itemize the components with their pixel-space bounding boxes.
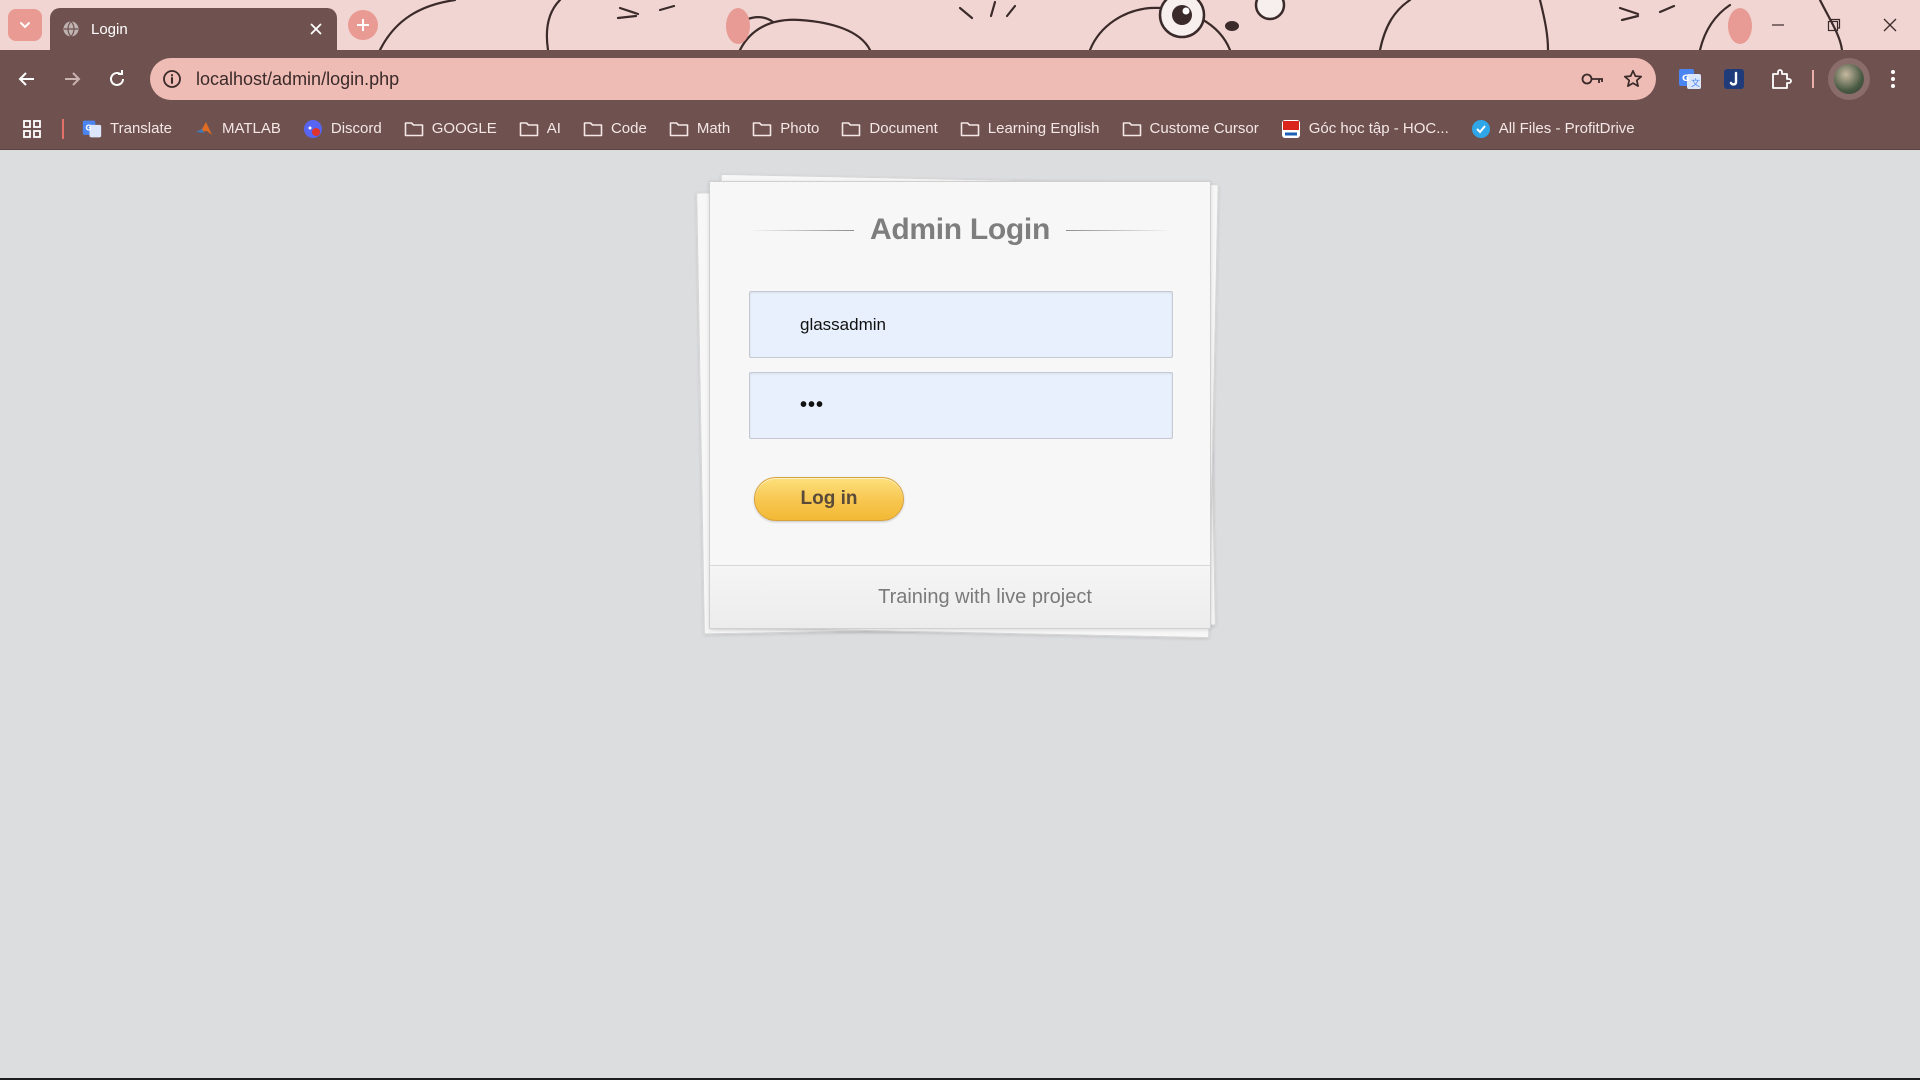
bookmark-folder-google[interactable]: GOOGLE (396, 114, 505, 144)
page-viewport: Admin Login glassadmin ••• Log in Traini… (0, 150, 1920, 1078)
browser-menu-button[interactable] (1875, 61, 1911, 97)
folder-icon (583, 119, 603, 139)
plus-icon (357, 19, 369, 31)
tab-title: Login (91, 20, 128, 38)
extensions-menu-button[interactable] (1763, 61, 1799, 97)
profile-avatar[interactable] (1828, 58, 1870, 100)
bookmark-label: Translate (110, 120, 172, 137)
more-vertical-icon (1891, 70, 1895, 88)
card-footer: Training with live project (710, 565, 1210, 628)
key-icon[interactable] (1576, 62, 1610, 96)
bookmark-label: Learning English (987, 120, 1100, 137)
bookmark-label: Discord (330, 120, 382, 137)
restore-button[interactable] (1806, 0, 1862, 50)
browser-title-bar: Login (0, 0, 1920, 50)
folder-icon (752, 119, 772, 139)
heading-divider-right (1066, 229, 1172, 231)
google-translate-extension-button[interactable]: G文 (1672, 61, 1708, 97)
footer-text: Training with live project (878, 585, 1092, 608)
svg-text:文: 文 (1691, 77, 1700, 89)
folder-icon (841, 119, 861, 139)
google-translate-icon: G (82, 119, 102, 139)
bookmark-label: Document (869, 120, 938, 137)
globe-icon (62, 20, 80, 38)
tab-search-button[interactable] (8, 9, 42, 41)
folder-icon (404, 119, 424, 139)
bookmark-label: Code (610, 120, 647, 137)
bookmark-folder-photo[interactable]: Photo (744, 114, 827, 144)
svg-text:G: G (1682, 74, 1689, 84)
bookmark-label: Custome Cursor (1149, 120, 1259, 137)
bookmark-label: All Files - ProfitDrive (1498, 120, 1635, 137)
bookmark-discord[interactable]: Discord (295, 114, 390, 144)
heading-divider-left (748, 229, 854, 231)
matlab-icon (194, 119, 214, 139)
google-translate-icon: G文 (1679, 69, 1701, 89)
discord-icon (303, 119, 323, 139)
bookmark-folder-ai[interactable]: AI (511, 114, 569, 144)
toolbar-divider (1812, 70, 1814, 88)
login-card: Admin Login glassadmin ••• Log in Traini… (709, 181, 1211, 629)
close-icon (1883, 18, 1897, 32)
folder-icon (1122, 119, 1142, 139)
bookmark-folder-math[interactable]: Math (661, 114, 738, 144)
apps-grid-icon[interactable] (19, 116, 45, 142)
bookmarks-divider (62, 118, 64, 139)
svg-text:G: G (85, 123, 91, 132)
bookmark-label: Góc học tập - HOC... (1308, 120, 1449, 137)
bookmark-label: Photo (780, 120, 820, 137)
extension-button[interactable] (1716, 61, 1752, 97)
bookmark-folder-learning-english[interactable]: Learning English (952, 114, 1108, 144)
minimize-button[interactable] (1750, 0, 1806, 50)
bookmark-label: Math (696, 120, 731, 137)
close-window-button[interactable] (1862, 0, 1918, 50)
folder-icon (960, 119, 980, 139)
close-icon[interactable] (303, 16, 329, 42)
back-button[interactable] (9, 61, 45, 97)
bookmark-folder-document[interactable]: Document (833, 114, 945, 144)
puzzle-icon (1772, 69, 1792, 89)
forward-button[interactable] (54, 61, 90, 97)
extension-j-icon (1724, 69, 1744, 89)
password-field[interactable]: ••• (749, 372, 1173, 439)
chevron-down-icon (20, 22, 30, 29)
bookmark-label: AI (546, 120, 561, 137)
bookmark-profitdrive[interactable]: All Files - ProfitDrive (1463, 114, 1643, 144)
bookmark-folder-custome-cursor[interactable]: Custome Cursor (1114, 114, 1267, 144)
restore-icon (1827, 18, 1841, 32)
reload-button[interactable] (99, 61, 135, 97)
username-field[interactable]: glassadmin (749, 291, 1173, 358)
browser-toolbar: localhost/admin/login.php G文 (0, 50, 1920, 108)
new-tab-button[interactable] (348, 10, 378, 40)
bookmark-label: GOOGLE (431, 120, 497, 137)
profitdrive-icon (1471, 119, 1491, 139)
site-info-icon[interactable] (154, 61, 190, 97)
reload-icon (110, 70, 124, 86)
url-text[interactable]: localhost/admin/login.php (196, 69, 1576, 90)
bookmarks-bar: G Translate MATLAB Discord GOOGLE AI Cod… (0, 108, 1920, 150)
minimize-icon (1772, 24, 1784, 26)
hocmai-icon (1281, 119, 1301, 139)
star-icon[interactable] (1616, 62, 1650, 96)
avatar-image (1834, 64, 1864, 94)
arrow-right-icon (65, 72, 81, 86)
page-title: Admin Login (870, 213, 1050, 246)
bookmark-label: MATLAB (221, 120, 281, 137)
bookmark-translate[interactable]: G Translate (74, 114, 180, 144)
address-bar[interactable]: localhost/admin/login.php (150, 58, 1656, 100)
login-button[interactable]: Log in (754, 477, 904, 521)
folder-icon (519, 119, 539, 139)
bookmark-matlab[interactable]: MATLAB (186, 114, 289, 144)
bookmark-folder-code[interactable]: Code (575, 114, 655, 144)
bookmark-hocmai[interactable]: Góc học tập - HOC... (1273, 114, 1457, 144)
folder-icon (669, 119, 689, 139)
tab-login[interactable]: Login (50, 8, 337, 50)
login-heading: Admin Login (748, 210, 1172, 250)
arrow-left-icon (18, 72, 34, 86)
